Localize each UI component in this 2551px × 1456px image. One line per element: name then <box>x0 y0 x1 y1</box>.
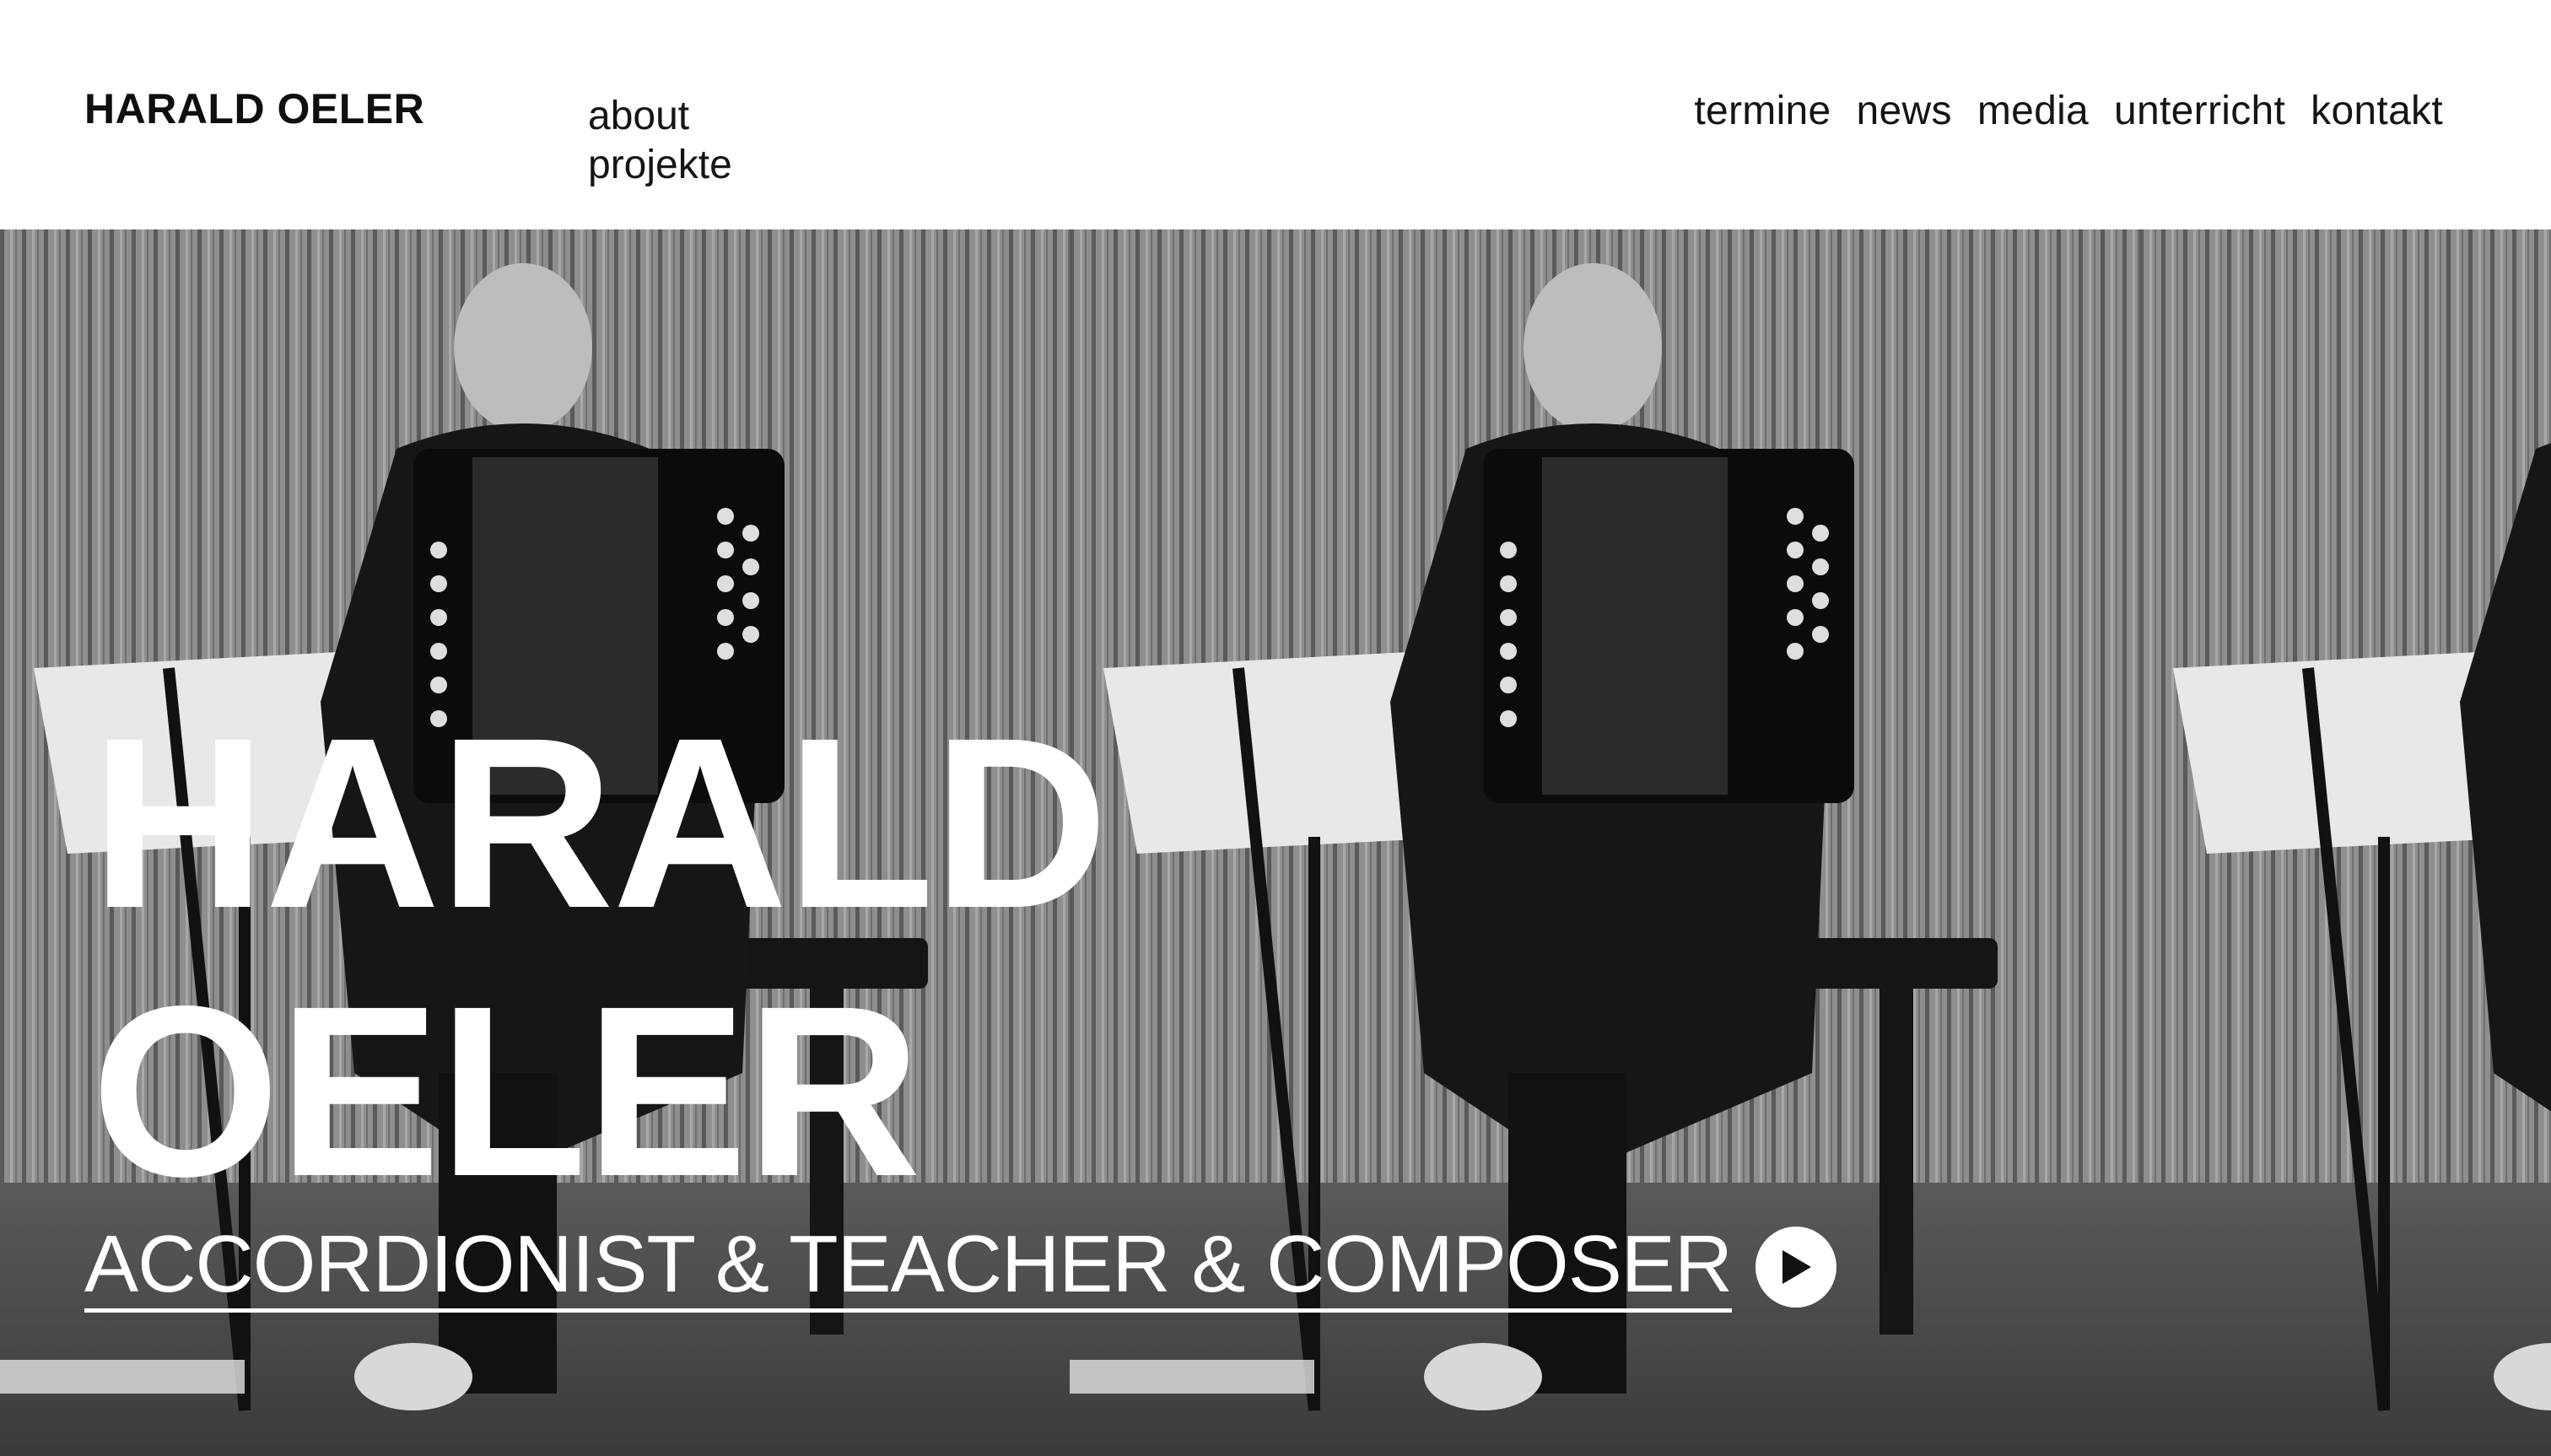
hero-title-line: OELER <box>91 956 921 1227</box>
nav-link-news[interactable]: news <box>1857 88 1952 134</box>
hero-section: HARALD OELER ACCORDIONIST & TEACHER & CO… <box>0 229 2551 1456</box>
nav-link-about[interactable]: about <box>588 94 732 138</box>
tagline-text: ACCORDIONIST & TEACHER & COMPOSER <box>84 1221 1733 1313</box>
site-logo[interactable]: HARALD OELER <box>84 84 424 133</box>
nav-link-media[interactable]: media <box>1977 88 2089 134</box>
primary-nav-right: termine news media unterricht kontakt <box>1694 88 2443 134</box>
hero-title: HARALD OELER <box>91 688 1108 1227</box>
nav-link-termine[interactable]: termine <box>1694 88 1831 134</box>
nav-link-projekte[interactable]: projekte <box>588 143 732 187</box>
nav-link-kontakt[interactable]: kontakt <box>2311 88 2443 134</box>
hero-title-line: HARALD <box>91 688 1108 959</box>
site-header: HARALD OELER about projekte termine news… <box>0 0 2551 229</box>
tagline-link[interactable]: ACCORDIONIST & TEACHER & COMPOSER <box>84 1221 1837 1313</box>
play-triangle-icon <box>1782 1249 1812 1284</box>
hero-photo-panel <box>2139 229 2551 1456</box>
play-circle-icon[interactable] <box>1755 1226 1837 1308</box>
accordionist-photo <box>2139 229 2551 1456</box>
primary-nav-left: about projekte <box>588 94 732 187</box>
nav-link-unterricht[interactable]: unterricht <box>2114 88 2285 134</box>
